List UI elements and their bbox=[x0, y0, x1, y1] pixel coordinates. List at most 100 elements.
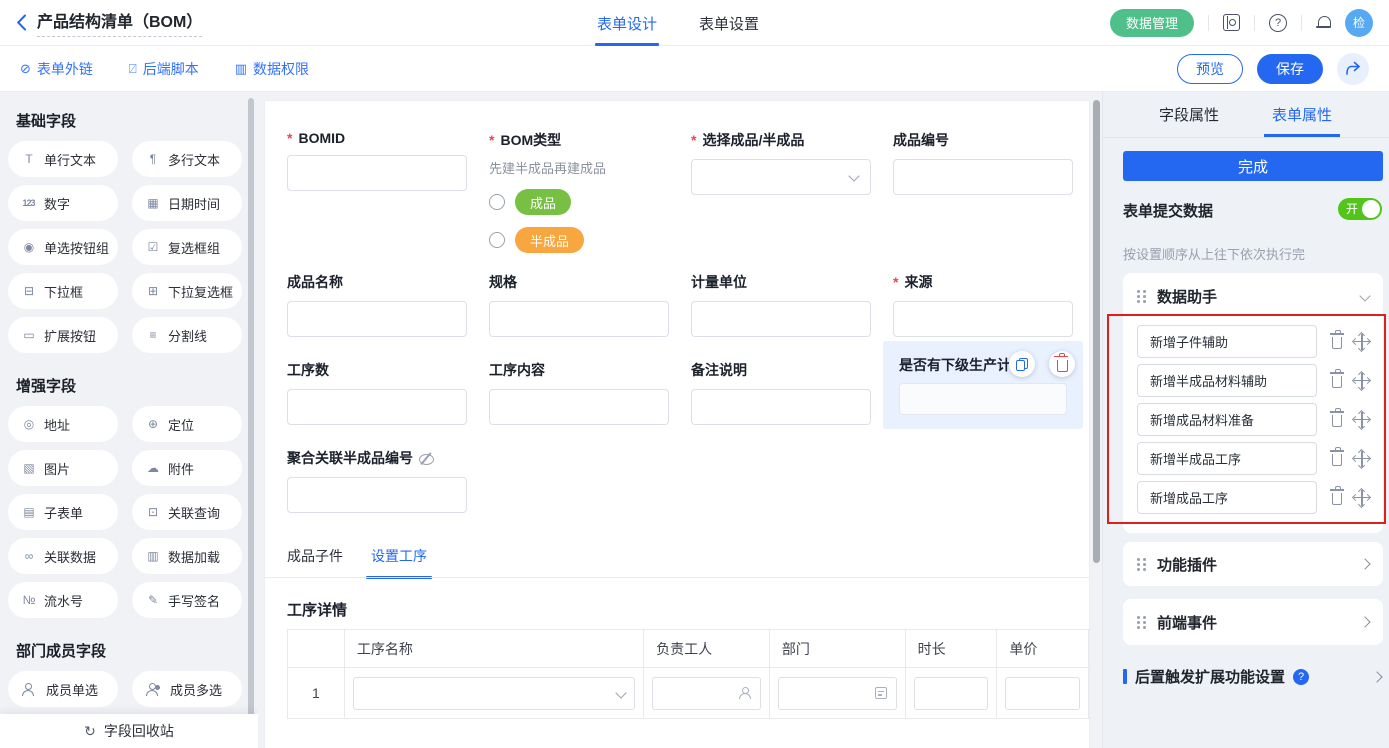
trash-icon[interactable] bbox=[1332, 415, 1342, 427]
tab-set-process[interactable]: 设置工序 bbox=[371, 546, 427, 579]
remark-input[interactable] bbox=[691, 389, 871, 425]
sub-plan-input[interactable] bbox=[899, 383, 1067, 415]
assistant-item-input[interactable]: 新增成品材料准备 bbox=[1137, 403, 1317, 436]
option-finished[interactable]: 成品 bbox=[515, 189, 571, 215]
tab-form-props[interactable]: 表单属性 bbox=[1272, 92, 1332, 137]
field-pill-member-multi[interactable]: 成员多选 bbox=[132, 671, 242, 707]
field-pill-number[interactable]: 123数字 bbox=[8, 185, 118, 221]
share-button[interactable] bbox=[1337, 53, 1369, 85]
field-recycle-bin[interactable]: ↻ 字段回收站 bbox=[0, 714, 258, 748]
trash-icon[interactable] bbox=[1332, 454, 1342, 466]
move-icon[interactable] bbox=[1354, 451, 1369, 467]
help-circle-icon[interactable]: ? bbox=[1293, 669, 1309, 685]
select-product-dropdown[interactable] bbox=[691, 159, 871, 195]
form-submit-toggle[interactable]: 开 bbox=[1338, 198, 1382, 220]
field-pill-serial-number[interactable]: №流水号 bbox=[8, 582, 118, 618]
data-permission-link[interactable]: ▥ 数据权限 bbox=[235, 59, 309, 79]
backend-script-link[interactable]: ⍁ 后端脚本 bbox=[129, 59, 199, 79]
frontend-event-header[interactable]: 前端事件 bbox=[1123, 599, 1383, 645]
field-remark[interactable]: 备注说明 bbox=[691, 360, 871, 425]
field-pill-multi-text[interactable]: ¶多行文本 bbox=[132, 141, 242, 177]
field-product-no[interactable]: 成品编号 bbox=[893, 130, 1073, 195]
tab-product-children[interactable]: 成品子件 bbox=[287, 546, 343, 579]
field-pill-subform[interactable]: ▤子表单 bbox=[8, 494, 118, 530]
spec-input[interactable] bbox=[489, 301, 669, 337]
field-pill-related-data[interactable]: ∞关联数据 bbox=[8, 538, 118, 574]
move-icon[interactable] bbox=[1354, 412, 1369, 428]
trash-icon[interactable] bbox=[1332, 376, 1342, 388]
address-book-icon[interactable] bbox=[1223, 14, 1240, 31]
back-button[interactable] bbox=[16, 14, 27, 31]
field-pill-divider[interactable]: ≡分割线 bbox=[132, 317, 242, 353]
move-icon[interactable] bbox=[1354, 373, 1369, 389]
field-pill-radio-group[interactable]: ◉单选按钮组 bbox=[8, 229, 118, 265]
help-icon[interactable]: ? bbox=[1269, 14, 1287, 32]
department-picker[interactable] bbox=[778, 677, 897, 710]
assistant-item-input[interactable]: 新增半成品材料辅助 bbox=[1137, 364, 1317, 397]
option-semi-finished[interactable]: 半成品 bbox=[515, 227, 584, 253]
field-pill-data-load[interactable]: ▥数据加载 bbox=[132, 538, 242, 574]
field-source[interactable]: *来源 bbox=[893, 272, 1073, 337]
field-pill-single-text[interactable]: T单行文本 bbox=[8, 141, 118, 177]
product-no-input[interactable] bbox=[893, 159, 1073, 195]
field-pill-related-query[interactable]: ⊡关联查询 bbox=[132, 494, 242, 530]
preview-button[interactable]: 预览 bbox=[1177, 54, 1243, 84]
product-name-input[interactable] bbox=[287, 301, 467, 337]
trash-icon[interactable] bbox=[1332, 337, 1342, 349]
copy-field-button[interactable] bbox=[1009, 351, 1035, 377]
tab-form-design[interactable]: 表单设计 bbox=[597, 0, 657, 46]
avatar[interactable]: 检 bbox=[1345, 9, 1373, 37]
field-pill-attachment[interactable]: ☁附件 bbox=[132, 450, 242, 486]
tab-form-settings[interactable]: 表单设置 bbox=[699, 0, 759, 46]
worker-picker[interactable] bbox=[652, 677, 761, 710]
function-plugin-header[interactable]: 功能插件 bbox=[1123, 542, 1383, 586]
field-pill-signature[interactable]: ✎手写签名 bbox=[132, 582, 242, 618]
frontend-event-card[interactable]: 前端事件 bbox=[1123, 599, 1383, 645]
move-icon[interactable] bbox=[1354, 334, 1369, 350]
radio-icon[interactable] bbox=[489, 194, 505, 210]
sidebar-scrollbar[interactable] bbox=[248, 98, 254, 748]
field-aggregate[interactable]: 聚合关联半成品编号 bbox=[287, 448, 507, 513]
field-pill-datetime[interactable]: ▦日期时间 bbox=[132, 185, 242, 221]
process-content-input[interactable] bbox=[489, 389, 669, 425]
source-input[interactable] bbox=[893, 301, 1073, 337]
drag-handle-icon[interactable] bbox=[1137, 289, 1147, 303]
canvas-scrollbar[interactable] bbox=[1093, 100, 1100, 563]
field-bomid[interactable]: *BOMID bbox=[287, 130, 467, 191]
form-external-link[interactable]: ⊘ 表单外链 bbox=[20, 59, 93, 79]
field-pill-checkbox-group[interactable]: ☑复选框组 bbox=[132, 229, 242, 265]
field-select-product[interactable]: *选择成品/半成品 bbox=[691, 130, 871, 195]
post-trigger-settings[interactable]: 后置触发扩展功能设置 ? bbox=[1123, 666, 1381, 687]
field-pill-image[interactable]: ▧图片 bbox=[8, 450, 118, 486]
trash-icon[interactable] bbox=[1332, 493, 1342, 505]
bell-icon[interactable] bbox=[1316, 15, 1331, 30]
data-manage-button[interactable]: 数据管理 bbox=[1110, 9, 1194, 37]
field-process-content[interactable]: 工序内容 bbox=[489, 360, 669, 425]
field-process-count[interactable]: 工序数 bbox=[287, 360, 467, 425]
function-plugin-card[interactable]: 功能插件 bbox=[1123, 542, 1383, 586]
radio-icon[interactable] bbox=[489, 232, 505, 248]
field-pill-address[interactable]: ◎地址 bbox=[8, 406, 118, 442]
field-bom-type[interactable]: *BOM类型 先建半成品再建成品 成品 半成品 bbox=[489, 130, 679, 253]
assistant-item-input[interactable]: 新增成品工序 bbox=[1137, 481, 1317, 514]
field-pill-extend-button[interactable]: ▭扩展按钮 bbox=[8, 317, 118, 353]
process-name-select[interactable] bbox=[353, 677, 635, 710]
process-count-input[interactable] bbox=[287, 389, 467, 425]
delete-field-button[interactable] bbox=[1049, 351, 1075, 377]
drag-handle-icon[interactable] bbox=[1137, 615, 1147, 629]
aggregate-input[interactable] bbox=[287, 477, 467, 513]
duration-input[interactable] bbox=[914, 677, 989, 710]
field-unit[interactable]: 计量单位 bbox=[691, 272, 871, 337]
field-pill-dropdown[interactable]: ⊟下拉框 bbox=[8, 273, 118, 309]
field-pill-member-single[interactable]: 成员单选 bbox=[8, 671, 118, 707]
drag-handle-icon[interactable] bbox=[1137, 557, 1147, 571]
assistant-item-input[interactable]: 新增子件辅助 bbox=[1137, 325, 1317, 358]
move-icon[interactable] bbox=[1354, 490, 1369, 506]
field-pill-dropdown-multi[interactable]: ⊞下拉复选框 bbox=[132, 273, 242, 309]
field-pill-geolocate[interactable]: ⊕定位 bbox=[132, 406, 242, 442]
save-button[interactable]: 保存 bbox=[1257, 54, 1323, 84]
field-sub-plan-selected[interactable]: 是否有下级生产计 bbox=[883, 341, 1083, 429]
data-assistant-header[interactable]: 数据助手 bbox=[1123, 273, 1383, 319]
bomid-input[interactable] bbox=[287, 155, 467, 191]
field-spec[interactable]: 规格 bbox=[489, 272, 669, 337]
